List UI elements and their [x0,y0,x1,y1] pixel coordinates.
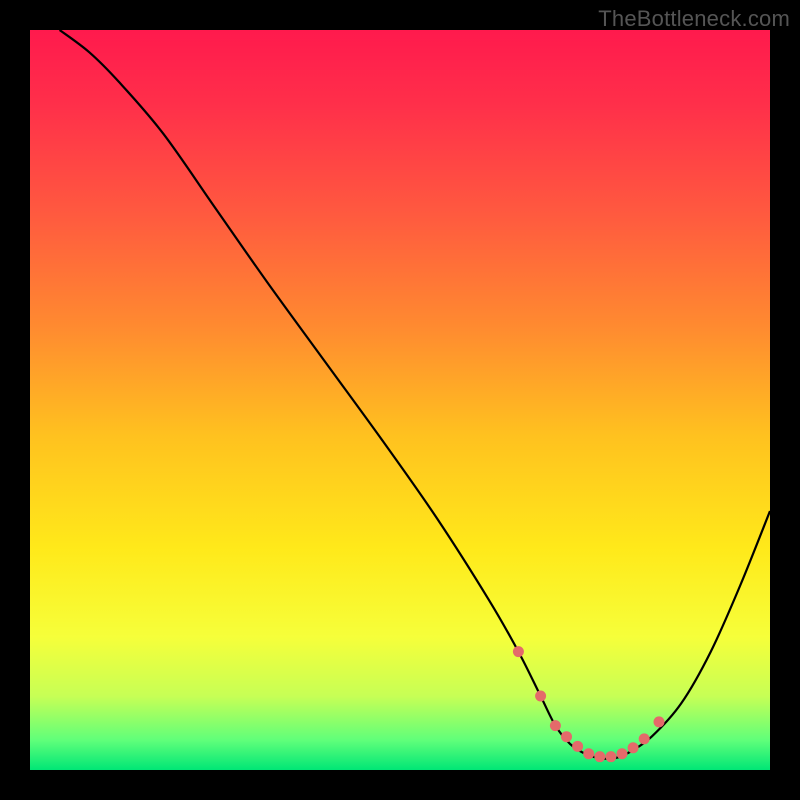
trough-marker-dot [513,646,524,657]
trough-marker-dot [639,733,650,744]
watermark-text: TheBottleneck.com [598,6,790,32]
gradient-background [30,30,770,770]
trough-marker-dot [535,691,546,702]
trough-marker-dot [605,751,616,762]
chart-area [30,30,770,770]
chart-svg [30,30,770,770]
trough-marker-dot [550,720,561,731]
trough-marker-dot [594,751,605,762]
trough-marker-dot [654,716,665,727]
trough-marker-dot [628,742,639,753]
trough-marker-dot [617,748,628,759]
trough-marker-dot [572,741,583,752]
trough-marker-dot [583,748,594,759]
trough-marker-dot [561,731,572,742]
